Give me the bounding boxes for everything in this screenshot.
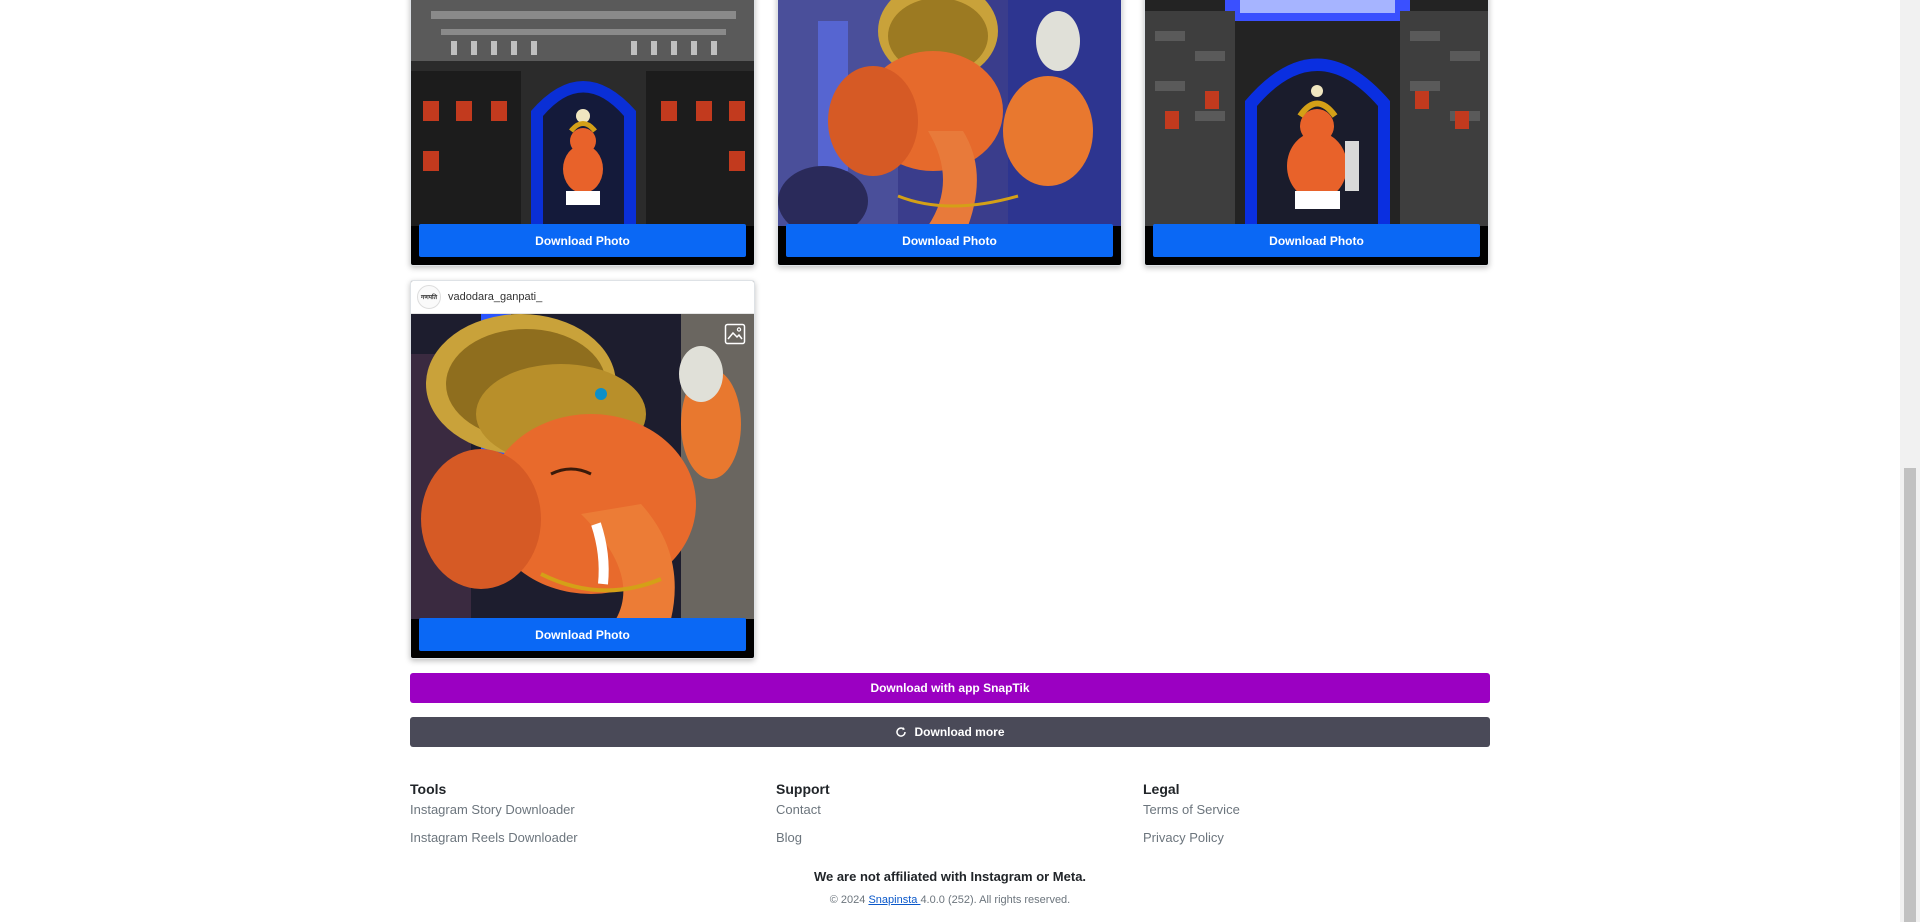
- footer-heading-tools: Tools: [410, 781, 447, 797]
- download-snaptik-button[interactable]: Download with app SnapTik: [410, 673, 1490, 703]
- download-more-label: Download more: [914, 725, 1005, 739]
- photo-card: Download Photo: [1144, 0, 1489, 266]
- footer-link-terms[interactable]: Terms of Service: [1143, 802, 1240, 818]
- username[interactable]: vadodara_ganpati_: [448, 291, 542, 303]
- ganesha-closeup-photo: [778, 0, 1121, 226]
- scrollbar-thumb[interactable]: [1904, 468, 1916, 922]
- copyright-prefix: © 2024: [829, 894, 869, 906]
- page: Download Photo Download Photo Download P…: [0, 0, 1900, 922]
- photo-card: Download Photo: [777, 0, 1122, 266]
- card-header: गणपति vadodara_ganpati_: [411, 281, 754, 314]
- ganesha-closeup-photo: [411, 314, 754, 619]
- footer-heading-support: Support: [776, 781, 830, 797]
- download-photo-button[interactable]: Download Photo: [419, 224, 746, 257]
- download-more-button[interactable]: Download more: [410, 717, 1490, 747]
- footer-tools: Tools Instagram Story Downloader Instagr…: [410, 781, 578, 852]
- footer-link-story-downloader[interactable]: Instagram Story Downloader: [410, 802, 578, 818]
- ganesha-temple-photo: [411, 0, 754, 226]
- copyright-suffix: 4.0.0 (252). All rights reserved.: [920, 894, 1071, 906]
- affiliation-disclaimer: We are not affiliated with Instagram or …: [813, 869, 1087, 884]
- download-photo-button[interactable]: Download Photo: [1153, 224, 1480, 257]
- footer-link-contact[interactable]: Contact: [776, 802, 830, 818]
- download-photo-button[interactable]: Download Photo: [419, 618, 746, 651]
- footer-link-privacy[interactable]: Privacy Policy: [1143, 824, 1240, 852]
- refresh-icon: [896, 727, 907, 737]
- photo-card: Download Photo: [410, 0, 755, 266]
- page-scrollbar[interactable]: [1900, 0, 1920, 922]
- copyright: © 2024 Snapinsta 4.0.0 (252). All rights…: [0, 894, 1900, 906]
- footer-support: Support Contact Blog: [776, 781, 830, 852]
- photo-card: गणपति vadodara_ganpati_ Download Photo: [410, 280, 755, 659]
- footer-legal: Legal Terms of Service Privacy Policy: [1143, 781, 1240, 852]
- download-photo-button[interactable]: Download Photo: [786, 224, 1113, 257]
- avatar[interactable]: गणपति: [417, 285, 441, 309]
- image-icon: [724, 323, 746, 345]
- snapinsta-link[interactable]: Snapinsta: [868, 894, 920, 906]
- footer-link-reels-downloader[interactable]: Instagram Reels Downloader: [410, 824, 578, 852]
- footer-heading-legal: Legal: [1143, 781, 1180, 797]
- ganesha-temple-photo: [1145, 0, 1488, 226]
- footer-link-blog[interactable]: Blog: [776, 824, 830, 852]
